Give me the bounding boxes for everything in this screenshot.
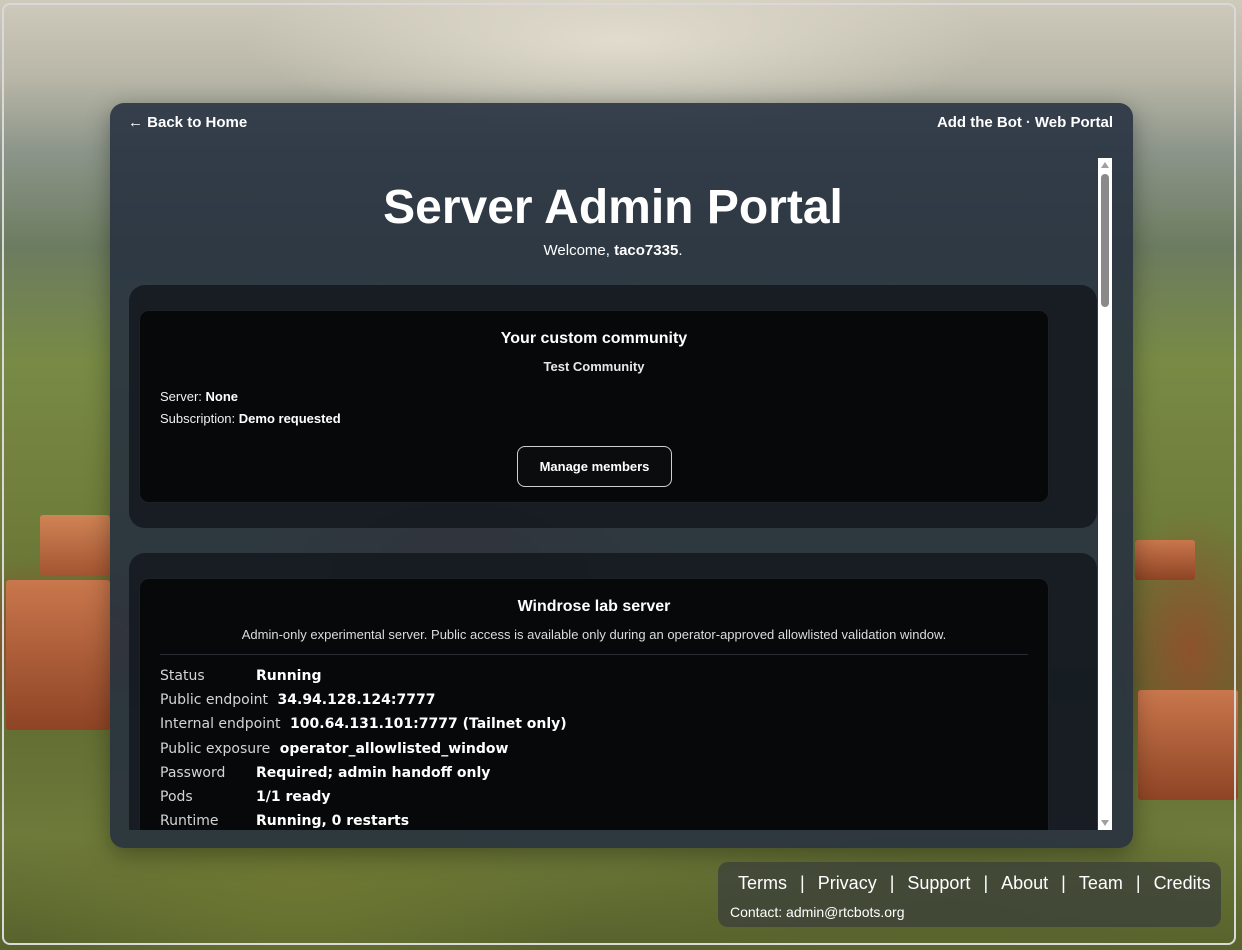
public-endpoint-row: Public endpoint 34.94.128.124:7777: [160, 690, 435, 708]
vertical-scrollbar[interactable]: [1098, 158, 1112, 830]
scroll-up-arrow-icon[interactable]: [1101, 162, 1109, 168]
pods-value: 1/1 ready: [256, 789, 331, 805]
nav-separator: ·: [1025, 114, 1031, 131]
pods-row: Pods 1/1 ready: [160, 787, 330, 805]
community-name: Test Community: [543, 359, 645, 374]
welcome-suffix: .: [678, 242, 683, 259]
subscription-value: Demo requested: [238, 411, 341, 426]
welcome-text: Welcome, taco7335.: [110, 242, 1110, 259]
portal-panel: ← Back to Home Add the Bot · Web Portal Se…: [110, 103, 1133, 848]
status-row: Status Running: [160, 666, 321, 684]
portal-content[interactable]: Server Admin Portal Welcome, taco7335. Y…: [110, 158, 1110, 830]
row-label: Runtime: [160, 813, 219, 829]
add-the-bot-link[interactable]: Add the Bot: [937, 114, 1022, 131]
footer-divider: |: [983, 873, 989, 893]
community-card-title: Your custom community: [500, 330, 688, 347]
public-endpoint-value: 34.94.128.124:7777: [277, 692, 436, 708]
scroll-down-arrow-icon[interactable]: [1101, 820, 1109, 826]
password-value: Required; admin handoff only: [256, 765, 491, 781]
server-card-title: Windrose lab server: [517, 598, 671, 615]
row-label: Public exposure: [160, 741, 271, 757]
back-to-home-link[interactable]: ← Back to Home: [128, 114, 247, 131]
footer-link-terms[interactable]: Terms: [738, 873, 787, 893]
footer: Terms | Privacy | Support | About | Team | Credits…: [718, 862, 1221, 927]
public-exposure-value: operator_allowlisted_window: [279, 741, 509, 757]
runtime-value: Running, 0 restarts: [256, 813, 410, 829]
server-label: Server:: [160, 389, 202, 404]
welcome-prefix: Welcome,: [543, 242, 615, 259]
footer-link-team[interactable]: Team: [1079, 873, 1123, 893]
web-portal-link[interactable]: Web Portal: [1035, 114, 1113, 131]
footer-link-privacy[interactable]: Privacy: [818, 873, 877, 893]
footer-link-credits[interactable]: Credits: [1154, 873, 1211, 893]
public-exposure-row: Public exposure operator_allowlisted_win…: [160, 739, 508, 757]
server-info: Server: None: [160, 389, 238, 404]
community-card: Your custom community Test Community Ser…: [139, 310, 1049, 503]
server-description: Admin-only experimental server. Public a…: [241, 627, 947, 642]
footer-link-support[interactable]: Support: [907, 873, 970, 893]
background-roof: [1135, 540, 1195, 580]
contact-email[interactable]: Contact: admin@rtcbots.org: [730, 904, 905, 920]
internal-endpoint-value: 100.64.131.101:7777 (Tailnet only): [290, 716, 567, 732]
manage-members-button[interactable]: Manage members: [517, 446, 672, 487]
background-house: [1138, 690, 1238, 800]
row-label: Internal endpoint: [160, 716, 281, 732]
footer-divider: |: [800, 873, 805, 893]
row-label: Public endpoint: [160, 692, 268, 708]
runtime-row: Runtime Running, 0 restarts: [160, 811, 409, 829]
internal-endpoint-row: Internal endpoint 100.64.131.101:7777 (T…: [160, 714, 567, 732]
row-label: Pods: [160, 789, 193, 805]
password-row: Password Required; admin handoff only: [160, 763, 490, 781]
footer-divider: |: [889, 873, 895, 893]
footer-link-about[interactable]: About: [1001, 873, 1048, 893]
subscription-info: Subscription: Demo requested: [160, 411, 341, 426]
footer-divider: |: [1135, 873, 1141, 893]
server-card: Windrose lab server Admin-only experimen…: [139, 578, 1049, 830]
background-roof: [40, 515, 110, 575]
scrollbar-thumb[interactable]: [1101, 174, 1109, 307]
footer-links: Terms | Privacy | Support | About | Team | Credits: [738, 873, 1211, 894]
row-label: Status: [160, 668, 205, 684]
page-title: Server Admin Portal: [383, 181, 843, 234]
background-house: [6, 580, 110, 730]
top-nav-links: Add the Bot · Web Portal: [937, 114, 1113, 131]
server-value: None: [205, 389, 239, 404]
row-label: Password: [160, 765, 226, 781]
divider: [160, 654, 1028, 655]
username: taco7335: [614, 242, 679, 259]
status-value: Running: [256, 668, 322, 684]
footer-divider: |: [1061, 873, 1066, 893]
subscription-label: Subscription:: [160, 411, 236, 426]
